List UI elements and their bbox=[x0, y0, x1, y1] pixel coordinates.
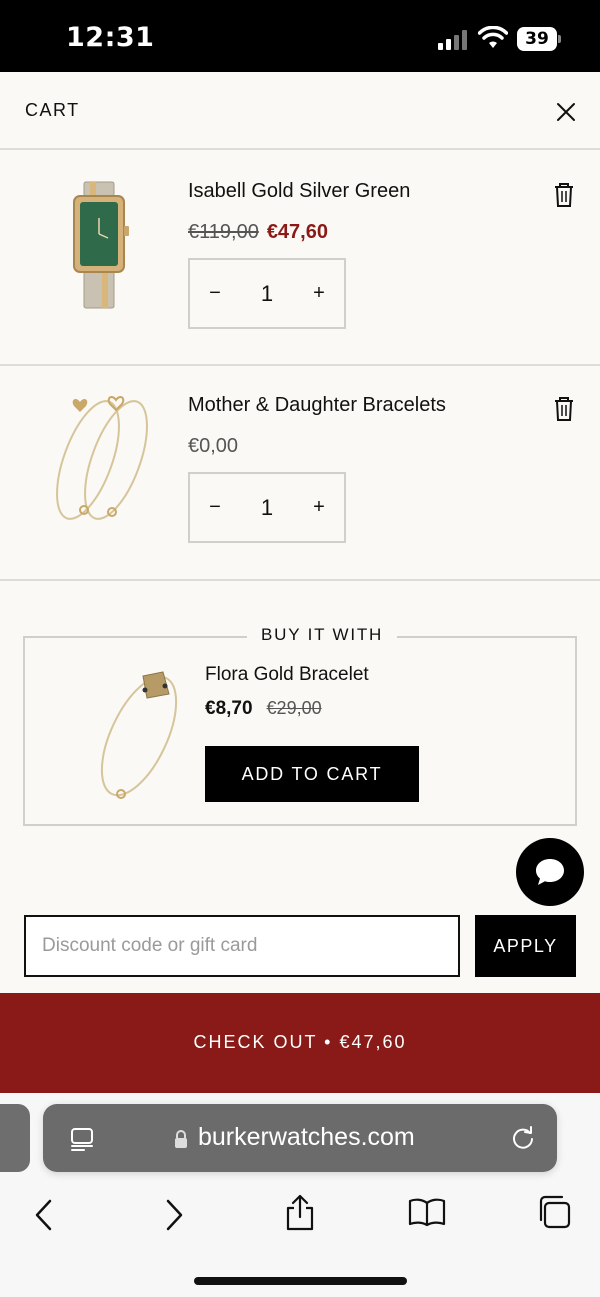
cart-header: CART bbox=[0, 72, 600, 150]
quantity-value[interactable]: 1 bbox=[240, 260, 294, 327]
trash-icon[interactable] bbox=[552, 182, 576, 208]
checkout-button[interactable]: CHECK OUT • €47,60 bbox=[0, 993, 600, 1093]
item-price: €0,00 bbox=[188, 435, 238, 458]
url-text[interactable]: burkerwatches.com bbox=[198, 1123, 415, 1152]
upsell-price: €8,70 €29,00 bbox=[205, 698, 322, 720]
cart-title: CART bbox=[25, 100, 80, 120]
share-icon[interactable] bbox=[284, 1193, 316, 1231]
page-menu-icon[interactable] bbox=[69, 1126, 95, 1152]
bracelet-product-image bbox=[56, 396, 148, 520]
wifi-icon bbox=[478, 26, 508, 48]
increase-quantity-button[interactable]: + bbox=[294, 260, 344, 327]
cart-item: Isabell Gold Silver Green €119,00 €47,60 … bbox=[0, 152, 600, 366]
cellular-signal-icon bbox=[438, 30, 467, 50]
item-name[interactable]: Mother & Daughter Bracelets bbox=[188, 394, 446, 417]
add-to-cart-button[interactable]: ADD TO CART bbox=[205, 746, 419, 802]
cart-drawer: CART Isabell Gold Silver Green €119,00 €4… bbox=[0, 72, 600, 1093]
item-regular-price: €0,00 bbox=[188, 435, 239, 457]
item-old-price: €119,00 bbox=[188, 221, 259, 243]
apply-discount-button[interactable]: APPLY bbox=[475, 915, 576, 977]
browser-toolbar: burkerwatches.com bbox=[0, 1093, 600, 1297]
decrease-quantity-button[interactable]: − bbox=[190, 474, 240, 541]
back-icon[interactable] bbox=[32, 1198, 56, 1232]
close-icon[interactable] bbox=[552, 98, 580, 126]
upsell-old-price: €29,00 bbox=[266, 698, 322, 718]
watch-product-image bbox=[73, 181, 129, 309]
item-name[interactable]: Isabell Gold Silver Green bbox=[188, 180, 410, 203]
quantity-stepper: − 1 + bbox=[188, 472, 346, 543]
item-price: €119,00 €47,60 bbox=[188, 221, 328, 244]
discount-code-input[interactable] bbox=[24, 915, 460, 977]
increase-quantity-button[interactable]: + bbox=[294, 474, 344, 541]
trash-icon[interactable] bbox=[552, 396, 576, 422]
upsell-sale-price: €8,70 bbox=[205, 698, 253, 719]
item-sale-price: €47,60 bbox=[266, 221, 328, 243]
quantity-value[interactable]: 1 bbox=[240, 474, 294, 541]
quantity-stepper: − 1 + bbox=[188, 258, 346, 329]
upsell-product-name[interactable]: Flora Gold Bracelet bbox=[205, 664, 369, 686]
tabs-icon[interactable] bbox=[536, 1194, 572, 1230]
cart-item: Mother & Daughter Bracelets €0,00 − 1 + bbox=[0, 366, 600, 581]
bookmarks-icon[interactable] bbox=[408, 1197, 446, 1227]
forward-icon[interactable] bbox=[162, 1198, 186, 1232]
battery-icon: 39 bbox=[517, 27, 561, 51]
buy-it-with-section: BUY IT WITH Flora Gold Bracelet €8,70 €29… bbox=[23, 625, 577, 826]
bracelet-product-image bbox=[100, 671, 178, 799]
previous-tab-preview[interactable] bbox=[0, 1104, 30, 1172]
status-time: 12:31 bbox=[66, 22, 155, 53]
chat-bubble-icon bbox=[536, 859, 564, 885]
reload-icon[interactable] bbox=[510, 1125, 536, 1151]
decrease-quantity-button[interactable]: − bbox=[190, 260, 240, 327]
home-indicator bbox=[194, 1277, 407, 1285]
battery-level: 39 bbox=[517, 27, 557, 51]
address-bar[interactable]: burkerwatches.com bbox=[43, 1104, 557, 1172]
lock-icon bbox=[175, 1130, 187, 1148]
chat-button[interactable] bbox=[516, 838, 584, 906]
status-bar: 12:31 39 bbox=[0, 0, 600, 72]
buy-it-with-heading: BUY IT WITH bbox=[247, 625, 398, 645]
